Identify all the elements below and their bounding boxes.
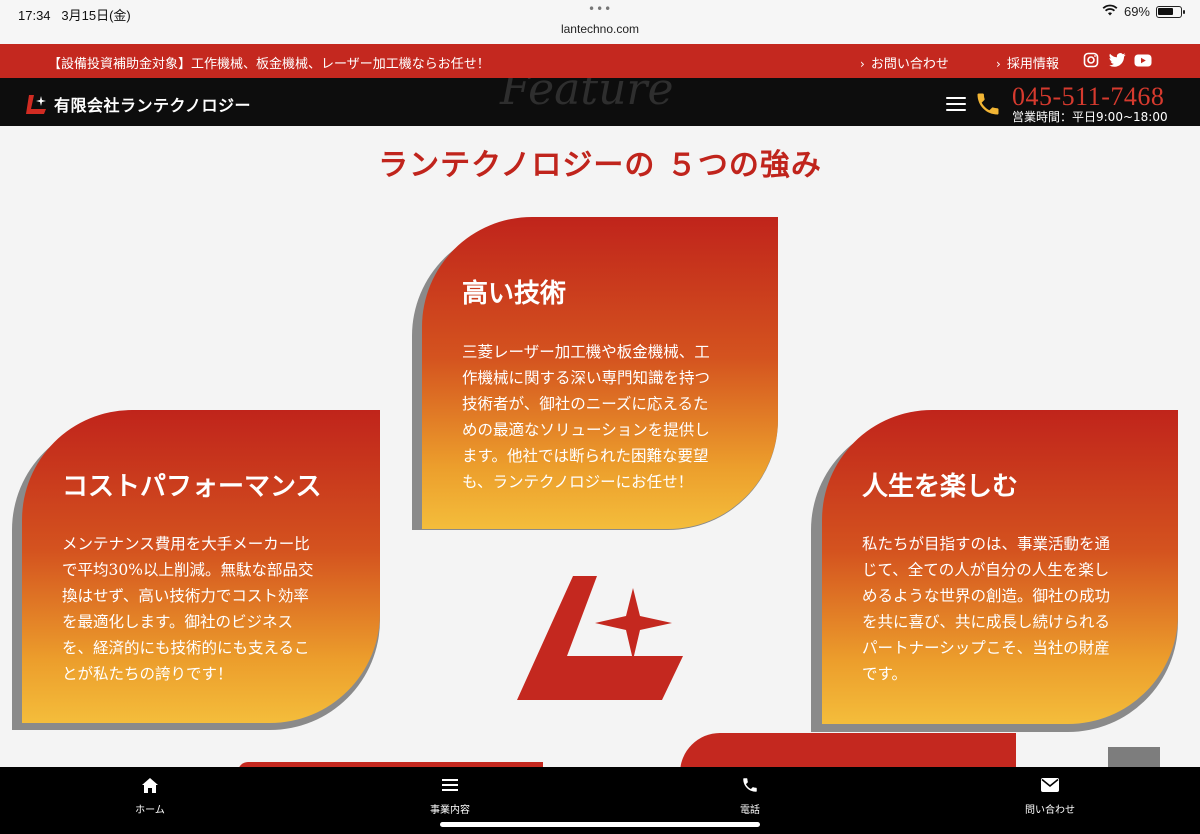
chevron-right-icon: › [860,57,865,71]
card-title: コストパフォーマンス [62,472,322,502]
business-hours: 営業時間：平日9:00~18:00 [1012,110,1168,124]
nav-contact[interactable]: 問い合わせ [970,773,1130,816]
logo-text: 有限会社ランテクノロジー [54,96,252,115]
nav-home[interactable]: ホーム [70,773,230,816]
logo-mark-icon [26,95,46,114]
recruit-link-label: 採用情報 [1006,57,1059,72]
ghost-heading-text: Feature [500,78,674,115]
instagram-icon[interactable] [1082,51,1100,69]
contact-link[interactable]: › お問い合わせ [860,53,949,72]
menu-list-icon [370,773,530,797]
top-notice-bar: 【設備投資補助金対象】工作機械、板金機械、レーザー加工機ならお任せ！ › お問い合… [0,44,1200,78]
phone-icon[interactable] [974,90,1002,122]
site-header: Feature 有限会社ランテクノロジー 045-511-7468 営業時間：平… [0,78,1200,126]
nav-home-label: ホーム [135,805,165,816]
contact-link-label: お問い合わせ [870,57,949,72]
nav-services[interactable]: 事業内容 [370,773,530,816]
recruit-link[interactable]: › 採用情報 [996,53,1059,72]
feature-card-cost-performance: コストパフォーマンス メンテナンス費用を大手メーカー比 で平均30%以上削減。無駄… [22,410,380,723]
feature-card-technology: 高い技術 三菱レーザー加工機や板金機械、工 作機械に関する深い専門知識を持つ 技術者… [422,217,778,529]
status-bar: 17:34 3月15日(金) ••• lantechno.com 69% [0,0,1200,44]
phone-icon [670,773,830,797]
home-indicator [440,822,760,827]
home-icon [70,773,230,797]
nav-contact-label: 問い合わせ [1025,805,1075,816]
wifi-icon [1102,4,1118,19]
card-body: 三菱レーザー加工機や板金機械、工 作機械に関する深い専門知識を持つ 技術者が、御社の… [462,343,711,491]
chevron-right-icon: › [996,57,1001,71]
nav-services-label: 事業内容 [430,805,470,816]
site-logo[interactable]: 有限会社ランテクノロジー [26,92,251,116]
mail-icon [970,773,1130,797]
section-title: ランテクノロジーの ５つの強み [378,148,822,183]
nav-phone-label: 電話 [740,805,760,816]
company-emblem-icon [517,576,683,700]
browser-dots-icon[interactable]: ••• [588,2,612,16]
card-body: 私たちが目指すのは、事業活動を通 じて、全ての人が自分の人生を楽し めるような世界の… [862,535,1111,683]
card-title: 高い技術 [462,279,567,309]
subsidy-notice: 【設備投資補助金対象】工作機械、板金機械、レーザー加工機ならお任せ！ [48,57,490,72]
twitter-icon[interactable] [1108,51,1126,69]
youtube-icon[interactable] [1134,51,1152,69]
card-body: メンテナンス費用を大手メーカー比 で平均30%以上削減。無駄な部品交 換はせず、高い… [62,535,314,683]
battery-percent: 69% [1123,4,1150,19]
nav-phone[interactable]: 電話 [670,773,830,816]
menu-hamburger-icon[interactable] [946,97,966,111]
battery-icon [1156,5,1185,18]
status-indicators: 69% [1102,4,1185,19]
address-bar-url[interactable]: lantechno.com [0,22,1200,36]
card-title: 人生を楽しむ [862,472,1019,502]
feature-card-enjoy-life: 人生を楽しむ 私たちが目指すのは、事業活動を通 じて、全ての人が自分の人生を楽しめ… [822,410,1178,724]
